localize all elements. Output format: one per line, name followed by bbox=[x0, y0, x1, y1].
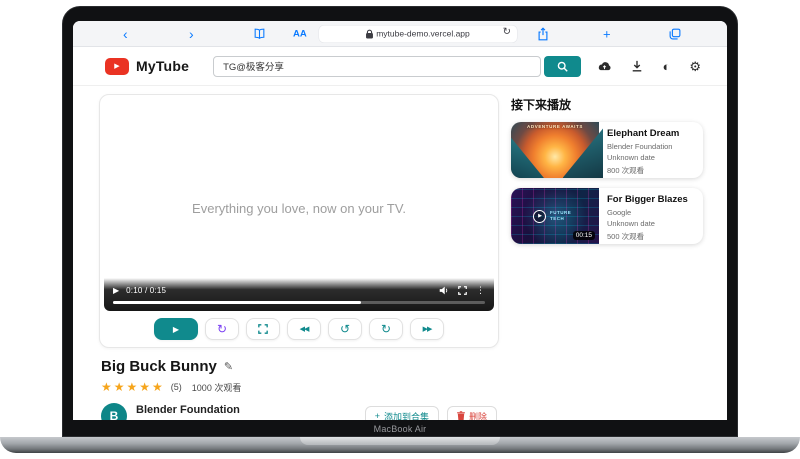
native-more-menu-icon[interactable]: ⋮ bbox=[476, 285, 485, 296]
replay-back-icon: ↺ bbox=[340, 322, 350, 336]
skip-ahead-button[interactable]: ↻ bbox=[369, 318, 403, 340]
up-next-channel: Google bbox=[607, 208, 688, 217]
video-surface[interactable]: Everything you love, now on your TV. ▶ 0… bbox=[104, 99, 494, 311]
rating-count: (5) bbox=[171, 382, 182, 392]
video-actions: + 添加到合集 删除 bbox=[365, 406, 497, 420]
macbook-mockup: ‹ › AA mytube-demo.vercel.app ↻ + bbox=[0, 0, 800, 459]
native-play-icon[interactable]: ▶ bbox=[113, 286, 119, 295]
theme-toggle-icon[interactable]: ◐ bbox=[662, 60, 670, 73]
search-bar bbox=[213, 56, 581, 77]
video-thumbnail: ADVENTURE AWAITS 10:53 bbox=[511, 122, 599, 178]
video-player-card: Everything you love, now on your TV. ▶ 0… bbox=[99, 94, 499, 348]
channel-row: B Blender Foundation Unknown date + 添加到合… bbox=[101, 403, 497, 420]
laptop-base-notch bbox=[300, 437, 500, 445]
browser-toolbar: ‹ › AA mytube-demo.vercel.app ↻ + bbox=[73, 21, 727, 47]
cloud-upload-icon[interactable] bbox=[597, 61, 612, 72]
native-video-controls: ▶ 0:10 / 0:15 bbox=[104, 278, 494, 311]
bookmarks-sidebar-icon[interactable] bbox=[253, 27, 266, 40]
lock-icon bbox=[366, 29, 373, 38]
volume-icon[interactable] bbox=[439, 286, 449, 295]
up-next-title: For Bigger Blazes bbox=[607, 194, 688, 205]
video-poster-text: Everything you love, now on your TV. bbox=[104, 201, 494, 216]
mytube-logo-icon[interactable]: ▶ bbox=[105, 58, 129, 75]
download-icon[interactable] bbox=[631, 60, 643, 72]
star-rating[interactable]: ★★★★★ bbox=[101, 380, 165, 394]
new-tab-button[interactable]: + bbox=[603, 26, 611, 41]
progress-fill bbox=[113, 301, 361, 304]
duration-badge: 00:15 bbox=[573, 231, 595, 240]
up-next-views: 500 次观看 bbox=[607, 231, 688, 242]
laptop-screen-bezel: ‹ › AA mytube-demo.vercel.app ↻ + bbox=[62, 6, 738, 437]
delete-button[interactable]: 删除 bbox=[447, 406, 497, 420]
up-next-heading: 接下来播放 bbox=[511, 96, 703, 113]
up-next-sidebar: 接下来播放 ADVENTURE AWAITS 10:53 Elephant Dr… bbox=[511, 94, 703, 420]
app-brand-title[interactable]: MyTube bbox=[136, 58, 189, 74]
custom-player-controls: ▶ ↻ ◀◀ ↺ ↻ ▶▶ bbox=[104, 311, 494, 345]
search-button[interactable] bbox=[544, 56, 581, 77]
add-to-collection-button[interactable]: + 添加到合集 bbox=[365, 406, 439, 420]
main-content: Everything you love, now on your TV. ▶ 0… bbox=[73, 86, 727, 420]
address-bar[interactable]: mytube-demo.vercel.app ↻ bbox=[319, 25, 517, 42]
video-thumbnail: ▶ FUTURE TECH 00:15 bbox=[511, 188, 599, 244]
playback-time: 0:10 / 0:15 bbox=[126, 286, 166, 295]
thumbnail-caption: ADVENTURE AWAITS bbox=[511, 124, 599, 129]
native-fullscreen-icon[interactable] bbox=[458, 286, 467, 295]
settings-gear-icon[interactable]: ⚙ bbox=[689, 60, 701, 73]
up-next-item[interactable]: ADVENTURE AWAITS 10:53 Elephant Dream Bl… bbox=[511, 122, 703, 178]
fullscreen-button[interactable] bbox=[246, 318, 280, 340]
loop-icon: ↻ bbox=[217, 322, 227, 336]
up-next-channel: Blender Foundation bbox=[607, 142, 679, 151]
duration-badge: 10:53 bbox=[573, 165, 595, 174]
rewind-icon: ◀◀ bbox=[300, 325, 309, 333]
view-count: 1000 次观看 bbox=[192, 381, 242, 394]
replay-back-button[interactable]: ↺ bbox=[328, 318, 362, 340]
play-button[interactable]: ▶ bbox=[154, 318, 198, 340]
url-text: mytube-demo.vercel.app bbox=[376, 29, 470, 39]
header-icon-group: ◐ ⚙ bbox=[597, 60, 701, 73]
trash-icon bbox=[457, 411, 465, 420]
fullscreen-icon bbox=[258, 324, 268, 334]
search-input[interactable] bbox=[213, 56, 541, 77]
reload-button[interactable]: ↻ bbox=[503, 26, 511, 37]
fast-forward-button[interactable]: ▶▶ bbox=[410, 318, 444, 340]
share-button[interactable] bbox=[537, 27, 549, 41]
app-header: ▶ MyTube ◐ bbox=[73, 47, 727, 86]
video-title-row: Big Buck Bunny ✎ bbox=[101, 358, 497, 375]
browser-back-button[interactable]: ‹ bbox=[123, 26, 128, 42]
play-icon: ▶ bbox=[173, 325, 179, 334]
progress-bar[interactable] bbox=[113, 301, 485, 304]
channel-name[interactable]: Blender Foundation bbox=[136, 404, 240, 416]
skip-ahead-icon: ↻ bbox=[381, 322, 391, 336]
plus-icon: + bbox=[375, 411, 380, 420]
add-to-collection-label: 添加到合集 bbox=[384, 410, 429, 421]
up-next-date: Unknown date bbox=[607, 219, 688, 228]
channel-avatar[interactable]: B bbox=[101, 403, 127, 420]
delete-label: 删除 bbox=[469, 410, 487, 421]
up-next-date: Unknown date bbox=[607, 153, 679, 162]
fast-forward-icon: ▶▶ bbox=[423, 325, 432, 333]
browser-forward-button[interactable]: › bbox=[189, 26, 194, 42]
rating-row: ★★★★★ (5) 1000 次观看 bbox=[101, 380, 497, 394]
laptop-base bbox=[0, 437, 800, 453]
browser-window: ‹ › AA mytube-demo.vercel.app ↻ + bbox=[73, 21, 727, 420]
up-next-views: 800 次观看 bbox=[607, 165, 679, 176]
thumbnail-play-icon: ▶ bbox=[533, 210, 546, 223]
edit-title-icon[interactable]: ✎ bbox=[224, 360, 233, 373]
rewind-button[interactable]: ◀◀ bbox=[287, 318, 321, 340]
video-title: Big Buck Bunny bbox=[101, 358, 217, 375]
search-icon bbox=[557, 61, 568, 72]
thumbnail-caption: FUTURE TECH bbox=[550, 210, 577, 222]
up-next-title: Elephant Dream bbox=[607, 128, 679, 139]
device-label: MacBook Air bbox=[63, 424, 737, 434]
upload-date: Unknown date bbox=[136, 418, 240, 420]
tab-overview-button[interactable] bbox=[669, 28, 681, 40]
watch-column: Everything you love, now on your TV. ▶ 0… bbox=[99, 94, 499, 420]
reader-text-size-button[interactable]: AA bbox=[293, 28, 307, 39]
loop-button[interactable]: ↻ bbox=[205, 318, 239, 340]
up-next-item[interactable]: ▶ FUTURE TECH 00:15 For Bigger Blazes Go… bbox=[511, 188, 703, 244]
